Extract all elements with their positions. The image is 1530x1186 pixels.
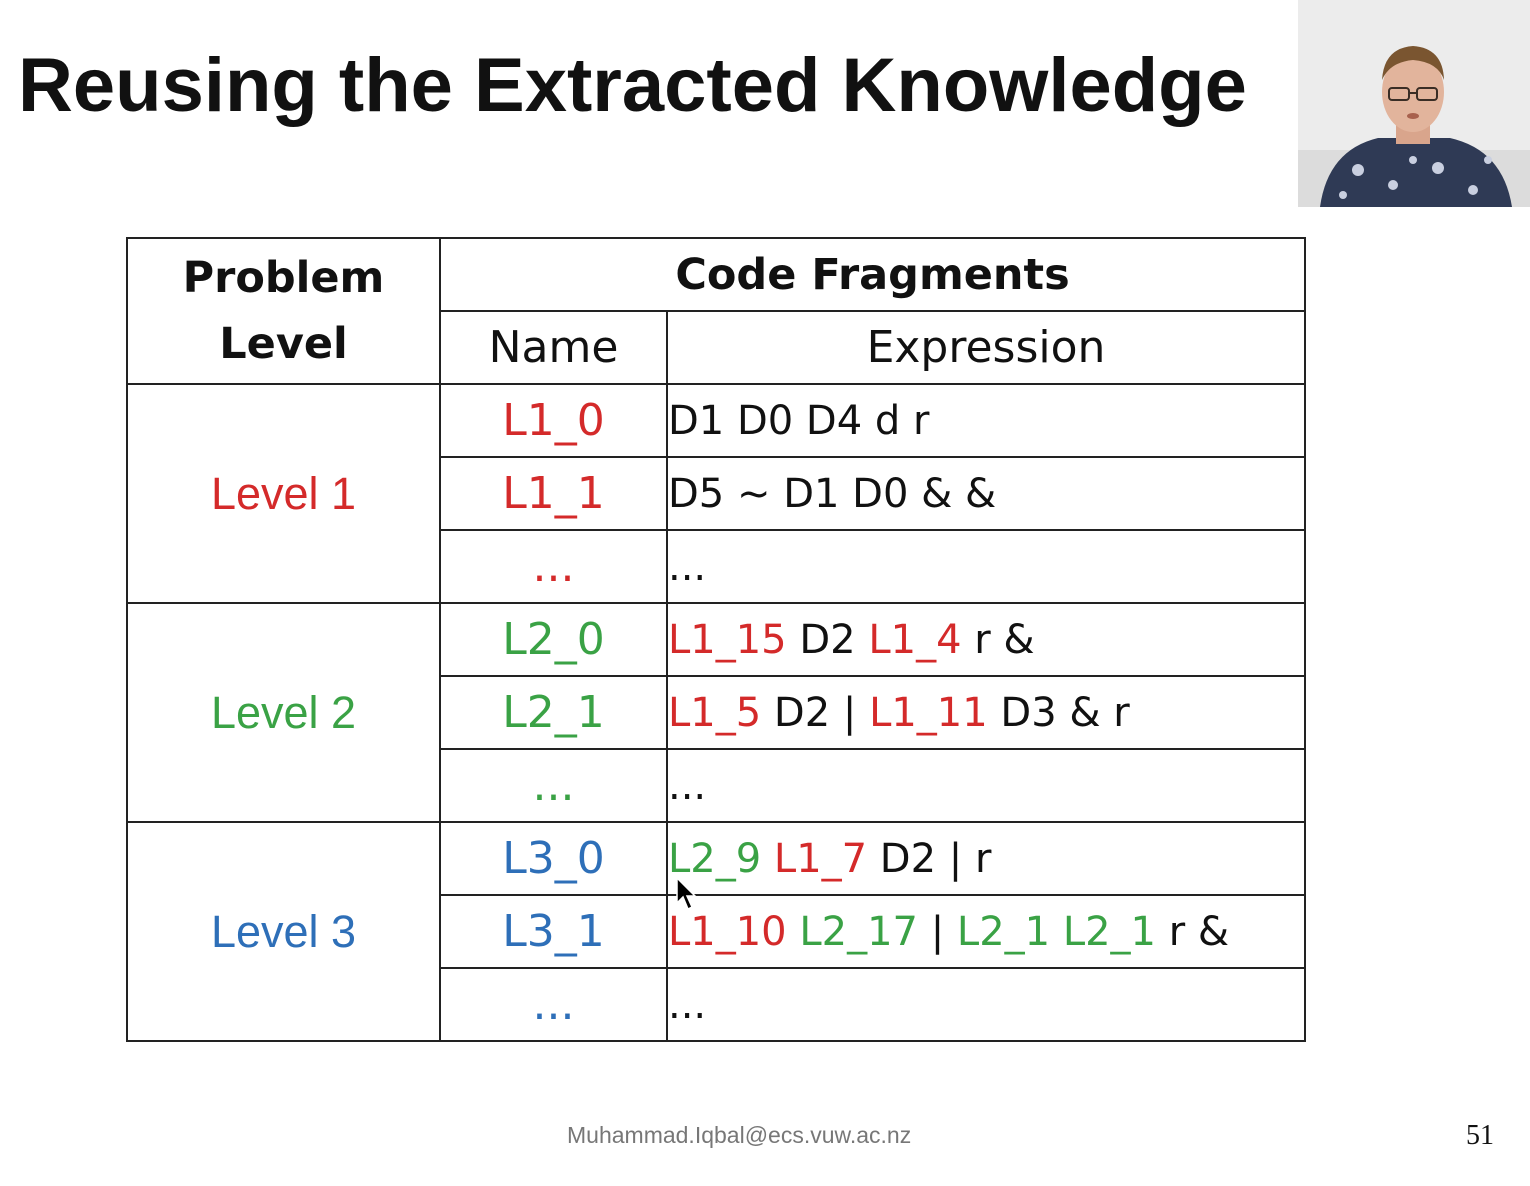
header-name: Name bbox=[439, 310, 668, 385]
presenter-figure bbox=[1298, 0, 1530, 207]
expression-token: L1_7 bbox=[773, 835, 868, 882]
fragment-name: L3_1 bbox=[439, 894, 668, 969]
expression-token: D2 bbox=[786, 616, 869, 663]
fragment-expression: ... bbox=[666, 748, 1306, 823]
slide-title: Reusing the Extracted Knowledge bbox=[18, 43, 1247, 128]
fragment-name: L1_0 bbox=[439, 383, 668, 458]
expression-token: L1_5 bbox=[668, 689, 762, 736]
table-row: Level 2 L2_0 L1_15 D2 L1_4 r & bbox=[126, 602, 1306, 823]
expression-token: L2_1 bbox=[1062, 908, 1156, 955]
header-problem-level: Problem Level bbox=[126, 237, 441, 385]
expression-token: D5 ~ D1 D0 & & bbox=[668, 470, 997, 517]
expression-token: ... bbox=[668, 981, 707, 1028]
expression-token: D2 | bbox=[761, 689, 870, 736]
fragment-expression: ... bbox=[666, 529, 1306, 604]
expression-token: L1_15 bbox=[668, 616, 787, 663]
fragment-name: L2_1 bbox=[439, 675, 668, 750]
header-expression: Expression bbox=[666, 310, 1306, 385]
expression-token: D2 | r bbox=[867, 835, 992, 882]
presenter-webcam-image bbox=[1298, 0, 1530, 207]
level-label: Level 2 bbox=[126, 602, 441, 823]
fragment-expression: L1_10 L2_17 | L2_1 L2_1 r & bbox=[666, 894, 1306, 969]
expression-token: | bbox=[918, 908, 957, 955]
fragment-name: ... bbox=[439, 748, 668, 823]
page-number: 51 bbox=[1466, 1120, 1494, 1151]
fragment-name: L2_0 bbox=[439, 602, 668, 677]
fragment-name: L3_0 bbox=[439, 821, 668, 896]
expression-token: L2_1 bbox=[956, 908, 1051, 955]
table-body: Level 1 L1_0 D1 D0 D4 d r L1_1 D5 ~ D1 D0 & … bbox=[126, 383, 1306, 1042]
header-problem-level-line1: Problem bbox=[182, 253, 385, 303]
expression-token: ... bbox=[668, 543, 707, 590]
expression-token: D1 D0 D4 d r bbox=[668, 397, 930, 444]
fragment-expression: L1_15 D2 L1_4 r & bbox=[666, 602, 1306, 677]
fragment-expression: L2_9 L1_7 D2 | r bbox=[666, 821, 1306, 896]
fragment-name: ... bbox=[439, 967, 668, 1042]
fragment-expression: D1 D0 D4 d r bbox=[666, 383, 1306, 458]
fragment-expression: L1_5 D2 | L1_11 D3 & r bbox=[666, 675, 1306, 750]
expression-token: r & bbox=[1156, 908, 1230, 955]
expression-token: D3 & r bbox=[987, 689, 1130, 736]
expression-token: r & bbox=[961, 616, 1035, 663]
expression-token bbox=[761, 836, 774, 882]
fragment-name: ... bbox=[439, 529, 668, 604]
header-problem-level-line2: Level bbox=[219, 319, 348, 369]
level-label: Level 1 bbox=[126, 383, 441, 604]
expression-token: L2_9 bbox=[668, 835, 762, 882]
expression-token: L1_11 bbox=[869, 689, 988, 736]
expression-token: ... bbox=[668, 762, 707, 809]
expression-token bbox=[1050, 909, 1063, 955]
fragment-expression: ... bbox=[666, 967, 1306, 1042]
fragment-name: L1_1 bbox=[439, 456, 668, 531]
fragment-expression: D5 ~ D1 D0 & & bbox=[666, 456, 1306, 531]
level-label: Level 3 bbox=[126, 821, 441, 1042]
expression-token bbox=[787, 909, 800, 955]
mouse-pointer-icon bbox=[676, 876, 698, 916]
table-row: Level 1 L1_0 D1 D0 D4 d r bbox=[126, 383, 1306, 604]
table-row: Level 3 L3_0 L2_9 L1_7 D2 | r bbox=[126, 821, 1306, 1042]
expression-token: L2_17 bbox=[799, 908, 918, 955]
footer-email: Muhammad.Iqbal@ecs.vuw.ac.nz bbox=[567, 1122, 912, 1148]
code-fragments-table: Problem Level Code Fragments Name Expres… bbox=[126, 237, 1306, 1042]
expression-token: L1_4 bbox=[868, 616, 962, 663]
header-code-fragments: Code Fragments bbox=[439, 237, 1306, 312]
